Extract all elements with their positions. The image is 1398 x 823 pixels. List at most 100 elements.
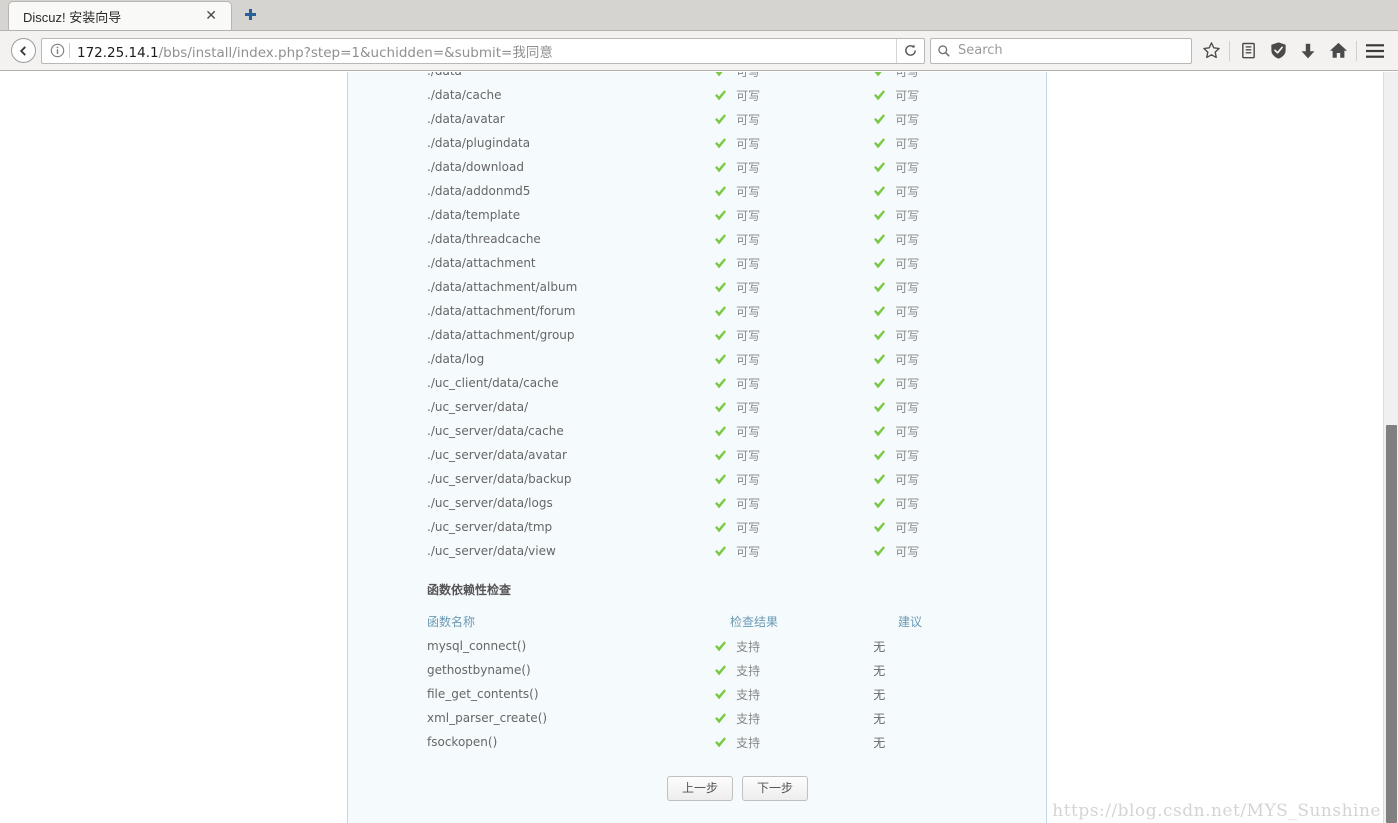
row-advice: 可写 [873,87,987,104]
check-icon-wrap [714,257,727,270]
info-icon[interactable] [46,43,68,58]
downloads-button[interactable] [1293,36,1323,66]
check-icon-wrap [714,401,727,414]
row-result-text: 可写 [736,400,761,415]
back-button[interactable] [8,36,38,66]
reload-button[interactable] [896,38,924,63]
directory-row: ./data/attachment/album 可写 可写 [427,275,987,299]
bookmark-star-button[interactable] [1196,36,1226,66]
row-result-text: 可写 [736,520,761,535]
row-result: 可写 [714,111,873,128]
check-icon [715,72,723,76]
row-result: 可写 [714,231,873,248]
row-result: 支持 [714,686,873,703]
row-result-text: 可写 [736,352,761,367]
check-icon-wrap [873,89,886,102]
watermark-text: https://blog.csdn.net/MYS_Sunshine [1052,801,1381,821]
directory-row: ./data/log 可写 可写 [427,347,987,371]
row-path: ./uc_server/data/ [427,400,529,414]
browser-tab[interactable]: Discuz! 安装向导 ✕ [8,1,232,30]
row-advice: 可写 [873,231,987,248]
header-check-result: 检查结果 [730,614,779,629]
row-result: 支持 [714,638,873,655]
row-advice-text: 可写 [895,280,920,295]
row-result: 支持 [714,662,873,679]
row-result: 可写 [714,159,873,176]
header-function-name: 函数名称 [427,614,476,629]
row-result: 可写 [714,519,873,536]
check-icon-wrap [873,72,886,78]
home-button[interactable] [1323,36,1353,66]
row-path: ./uc_server/data/backup [427,472,572,486]
row-result-text: 可写 [736,88,761,103]
function-row: file_get_contents() 支持 无 [427,682,987,706]
row-advice: 可写 [873,471,987,488]
url-text: 172.25.14.1/bbs/install/index.php?step=1… [77,41,896,61]
url-bar[interactable]: 172.25.14.1/bbs/install/index.php?step=1… [41,37,925,64]
shield-icon [1270,42,1286,59]
check-icon-wrap [873,257,886,270]
check-icon [715,329,727,340]
directory-row: ./data/template 可写 可写 [427,203,987,227]
check-icon [874,473,886,484]
check-icon-wrap [714,281,727,294]
row-advice-text: 可写 [895,232,920,247]
check-icon-wrap [714,545,727,558]
install-wizard-panel: ./data可写可写./data/cache可写可写./data/avatar可… [347,72,1047,823]
check-icon-wrap [873,281,886,294]
scrollbar-thumb[interactable] [1386,425,1397,823]
shield-button[interactable] [1263,36,1293,66]
row-path: ./data [427,72,714,78]
row-path: ./uc_server/data/avatar [427,448,567,462]
check-icon-wrap [714,425,727,438]
row-advice: 可写 [873,375,987,392]
row-result-text: 可写 [736,208,761,223]
row-result: 可写 [714,135,873,152]
check-icon-wrap [714,712,727,725]
row-result-text: 支持 [736,735,761,750]
check-icon [715,545,727,556]
search-input[interactable]: Search [958,43,1003,58]
row-path: ./uc_server/data/logs [427,496,553,510]
bookmark-star-icon [1202,42,1220,59]
directory-row: ./data/avatar 可写 可写 [427,107,987,131]
prev-step-button[interactable]: 上一步 [666,776,733,802]
check-icon [874,305,886,316]
row-result-text: 可写 [736,328,761,343]
row-path: ./data/plugindata [427,136,531,150]
row-result: 可写 [714,543,873,560]
check-icon-wrap [873,425,886,438]
check-icon-wrap [714,449,727,462]
check-icon [874,425,886,436]
check-icon-wrap [873,401,886,414]
row-result: 可写 [714,183,873,200]
directory-row: ./data/attachment 可写 可写 [427,251,987,275]
row-path: ./data/attachment/group [427,328,575,342]
row-path: ./data/addonmd5 [427,184,531,198]
check-icon-wrap [873,137,886,150]
row-result: 可写 [714,351,873,368]
row-path: ./data/attachment/forum [427,304,576,318]
close-icon[interactable]: ✕ [199,9,223,23]
directory-row: ./data/cache 可写 可写 [427,83,987,107]
new-tab-button[interactable] [235,1,265,30]
hamburger-menu-button[interactable] [1360,36,1390,66]
check-icon-wrap [714,353,727,366]
check-icon-wrap [714,640,727,653]
row-advice: 可写 [873,543,987,560]
check-icon [715,281,727,292]
reader-list-button[interactable] [1233,36,1263,66]
navigation-toolbar: 172.25.14.1/bbs/install/index.php?step=1… [0,31,1398,71]
row-path: ./data/threadcache [427,232,541,246]
check-icon [715,305,727,316]
row-result-text: 可写 [736,376,761,391]
directory-row: ./uc_server/data/cache 可写 可写 [427,419,987,443]
vertical-scrollbar[interactable] [1383,72,1398,823]
check-icon-wrap [873,305,886,318]
search-bar[interactable]: Search [930,37,1192,64]
row-advice-text: 可写 [895,112,920,127]
row-advice: 可写 [873,255,987,272]
check-icon-wrap [714,736,727,749]
home-icon [1329,42,1347,58]
next-step-button[interactable]: 下一步 [742,776,809,802]
